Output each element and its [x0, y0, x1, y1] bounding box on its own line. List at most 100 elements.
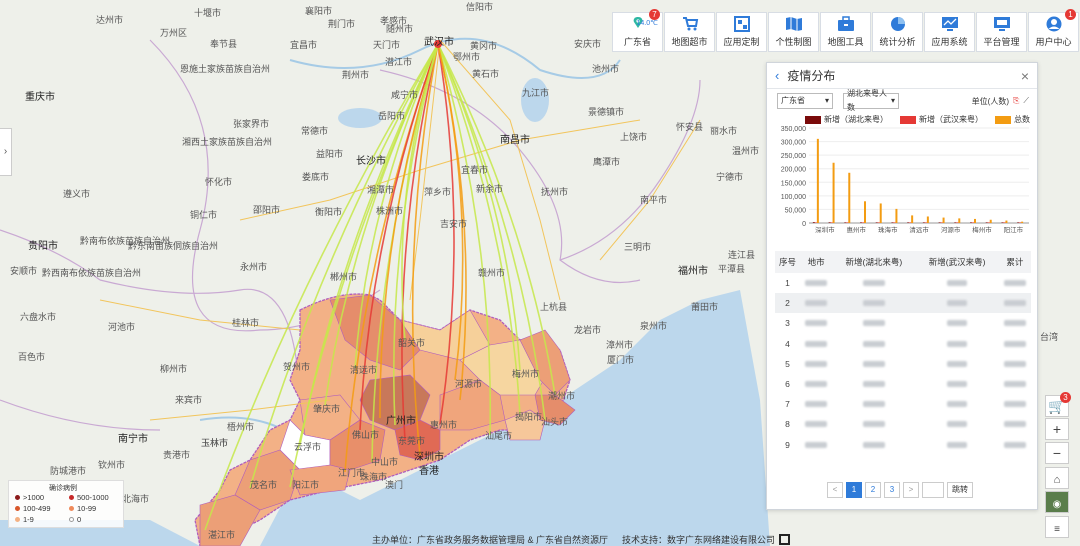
- city-label-wenzhou: 温州市: [732, 146, 760, 156]
- bar-total: [848, 172, 851, 223]
- page-jump-input[interactable]: [922, 482, 944, 498]
- basemap-switch-button[interactable]: ◉: [1045, 491, 1069, 513]
- app-system-button[interactable]: 应用系统: [924, 12, 975, 52]
- app-custom-button[interactable]: 应用定制: [716, 12, 767, 52]
- platform-admin-button[interactable]: 平台管理: [976, 12, 1027, 52]
- map-market-button[interactable]: 地图超市: [664, 12, 715, 52]
- bar-hubei: [922, 222, 925, 223]
- bar-hubei: [860, 222, 862, 223]
- blurred-cell: [832, 435, 915, 455]
- bar-wuhan: [862, 222, 864, 223]
- custom-map-label: 个性制图: [775, 37, 812, 47]
- sidebar-expand-button[interactable]: ›: [0, 128, 12, 176]
- region-weather-button[interactable]: 广东省 7 14.0℃: [612, 9, 663, 52]
- back-icon[interactable]: ‹: [775, 68, 779, 83]
- blurred-cell: [999, 374, 1031, 394]
- caret-down-icon: ▾: [824, 96, 829, 105]
- table-row[interactable]: 7: [775, 394, 1031, 414]
- legend-item: 0: [69, 515, 81, 524]
- next-page-button[interactable]: >: [903, 482, 919, 498]
- city-label-yingtan: 鹰潭市: [593, 157, 621, 167]
- legend-item: 500-1000: [69, 493, 109, 502]
- city-label-yulin-gx: 玉林市: [201, 438, 229, 448]
- legend-item: 100-499: [15, 504, 51, 513]
- layers-button[interactable]: ≡: [1045, 516, 1069, 538]
- table-row[interactable]: 6: [775, 374, 1031, 394]
- bar-wuhan: [846, 222, 849, 223]
- bar-hubei: [891, 222, 894, 223]
- zoom-out-button[interactable]: −: [1045, 442, 1069, 464]
- export-icon[interactable]: ⎘: [1013, 96, 1019, 106]
- blurred-cell: [999, 334, 1031, 354]
- y-tick-label: 100,000: [781, 194, 806, 201]
- city-label-jian: 吉安市: [440, 219, 468, 229]
- blurred-cell: [832, 273, 915, 293]
- redacted-value: [805, 360, 828, 367]
- city-label-xiamen: 厦门市: [607, 355, 635, 365]
- metric-select[interactable]: 湖北来粤人数 ▾: [843, 89, 899, 112]
- layers-icon: ≡: [1054, 524, 1060, 535]
- table-row[interactable]: 3: [775, 313, 1031, 333]
- city-label-meizhou: 梅州市: [512, 369, 540, 379]
- stats-analysis-button[interactable]: 统计分析: [872, 12, 923, 52]
- epidemic-panel: ‹ 疫情分布 × 广东省 ▾ 湖北来粤人数 ▾ 单位(人数) ⎘ ⟋ 新增（湖北来粤…: [766, 62, 1038, 510]
- city-label-taiwan: 台湾: [1040, 332, 1059, 342]
- city-table: 序号 地市 新增(湖北来粤) 新增(武汉来粤) 累计 1 2 3 4 5 6 7 8 9: [775, 251, 1031, 455]
- legend-label: 100-499: [23, 504, 51, 513]
- map-tools-button[interactable]: 地图工具: [820, 12, 871, 52]
- table-row[interactable]: 4: [775, 334, 1031, 354]
- redacted-value: [1003, 280, 1026, 287]
- blurred-cell: [832, 414, 915, 434]
- redacted-value: [805, 320, 828, 327]
- region-select[interactable]: 广东省 ▾: [777, 93, 833, 109]
- table-row[interactable]: 9: [775, 435, 1031, 455]
- city-label-liupanshui: 六盘水市: [20, 312, 57, 322]
- city-label-nanchang: 南昌市: [500, 135, 530, 146]
- notification-badge: 1: [1065, 9, 1076, 20]
- grid-icon: [733, 16, 750, 32]
- city-label-shaoyang: 邵阳市: [253, 205, 281, 215]
- table-row[interactable]: 5: [775, 354, 1031, 374]
- prev-page-button[interactable]: <: [827, 482, 843, 498]
- table-row[interactable]: 8: [775, 414, 1031, 434]
- redacted-value: [1003, 320, 1026, 327]
- redacted-value: [947, 381, 968, 388]
- city-label-fengjie: 奉节县: [210, 39, 238, 49]
- col-index: 序号: [775, 251, 800, 273]
- monitor-icon: [993, 17, 1010, 31]
- city-label-huaian: 怀安县: [676, 122, 704, 132]
- page-2-button[interactable]: 2: [865, 482, 881, 498]
- page-1-button[interactable]: 1: [846, 482, 862, 498]
- qr-code-icon[interactable]: [779, 534, 791, 545]
- y-tick-label: 50,000: [785, 207, 807, 214]
- footer-host: 主办单位：广东省政务服务数据管理局 & 广东省自然资源厅: [372, 535, 609, 545]
- redacted-value: [947, 421, 968, 428]
- zoom-in-button[interactable]: +: [1045, 418, 1069, 440]
- blurred-cell: [915, 334, 998, 354]
- bar-wuhan: [940, 222, 943, 223]
- jump-button[interactable]: 跳转: [947, 482, 973, 498]
- bar-total: [816, 138, 819, 223]
- bar-wuhan: [814, 222, 817, 223]
- cart-button[interactable]: 🛒 3: [1045, 392, 1071, 417]
- city-label-wuzhou: 梧州市: [227, 422, 255, 432]
- blurred-cell: [832, 313, 915, 333]
- city-label-liuzhou: 柳州市: [160, 364, 188, 374]
- custom-map-button[interactable]: 个性制图: [768, 12, 819, 52]
- table-row[interactable]: 2: [775, 293, 1031, 314]
- blurred-cell: [999, 394, 1031, 414]
- page-3-button[interactable]: 3: [884, 482, 900, 498]
- city-label-anshun: 安顺市: [10, 266, 38, 276]
- close-icon[interactable]: ×: [1021, 68, 1029, 84]
- user-center-button[interactable]: 用户中心 1: [1028, 9, 1079, 52]
- city-label-loudi: 娄底市: [302, 172, 330, 182]
- line-chart-icon[interactable]: ⟋: [1023, 96, 1029, 106]
- table-row[interactable]: 1: [775, 273, 1031, 293]
- blurred-cell: [800, 273, 832, 293]
- bar-total: [942, 217, 945, 223]
- toolbox-button[interactable]: ⌂: [1045, 467, 1069, 489]
- map-viewer[interactable]: 武汉市 长沙市 南昌市 贵阳市 福州市 重庆市 南宁市 广州市 深圳市 香港 澳门 珠海市 汕头市 梅州市…: [0, 0, 1080, 546]
- blurred-cell: [915, 435, 998, 455]
- city-label-xianning: 咸宁市: [391, 90, 419, 100]
- redacted-value: [862, 441, 885, 448]
